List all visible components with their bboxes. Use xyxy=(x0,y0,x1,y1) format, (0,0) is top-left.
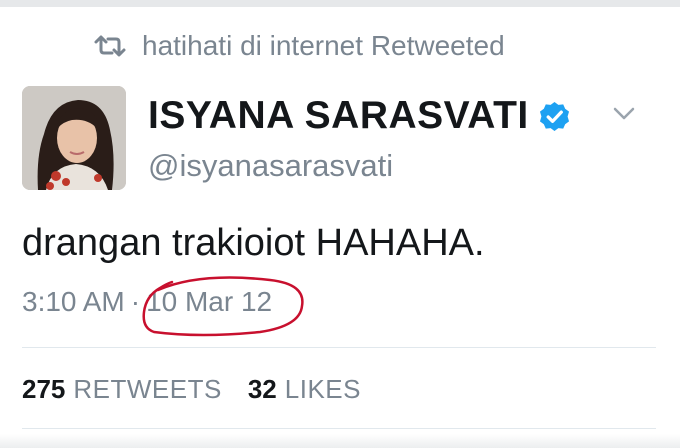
likes-label[interactable]: LIKES xyxy=(285,374,361,405)
timestamp-separator: · xyxy=(130,286,141,317)
tweet-date[interactable]: 10 Mar 12 xyxy=(146,286,272,317)
tweet-timestamp: 3:10 AM · 10 Mar 12 xyxy=(22,276,304,337)
bottom-shade xyxy=(0,434,680,448)
like-count[interactable]: 32 xyxy=(248,374,277,405)
tweet-stats: 275 RETWEETS 32 LIKES xyxy=(22,374,387,405)
retweet-count[interactable]: 275 xyxy=(22,374,65,405)
author-name-row[interactable]: ISYANA SARASVATI xyxy=(148,94,570,138)
retweet-context[interactable]: hatihati di internet Retweeted xyxy=(92,28,505,64)
author-handle[interactable]: @isyanasarasvati xyxy=(148,148,393,184)
tweet-text: drangan trakioiot HAHAHA. xyxy=(22,222,485,264)
retweet-icon xyxy=(94,35,126,57)
retweet-context-text: hatihati di internet Retweeted xyxy=(142,30,505,61)
stats-divider-bottom xyxy=(22,428,656,429)
retweets-label[interactable]: RETWEETS xyxy=(73,374,221,405)
display-name[interactable]: ISYANA SARASVATI xyxy=(148,94,529,138)
top-divider xyxy=(0,0,680,7)
tweet-date-wrapper: 10 Mar 12 xyxy=(142,276,304,337)
tweet-time: 3:10 AM xyxy=(22,286,125,317)
stats-divider-top xyxy=(22,347,656,348)
verified-badge-icon xyxy=(539,101,569,131)
chevron-down-icon[interactable] xyxy=(612,106,636,122)
avatar-photo xyxy=(22,86,126,190)
avatar[interactable] xyxy=(22,86,126,190)
